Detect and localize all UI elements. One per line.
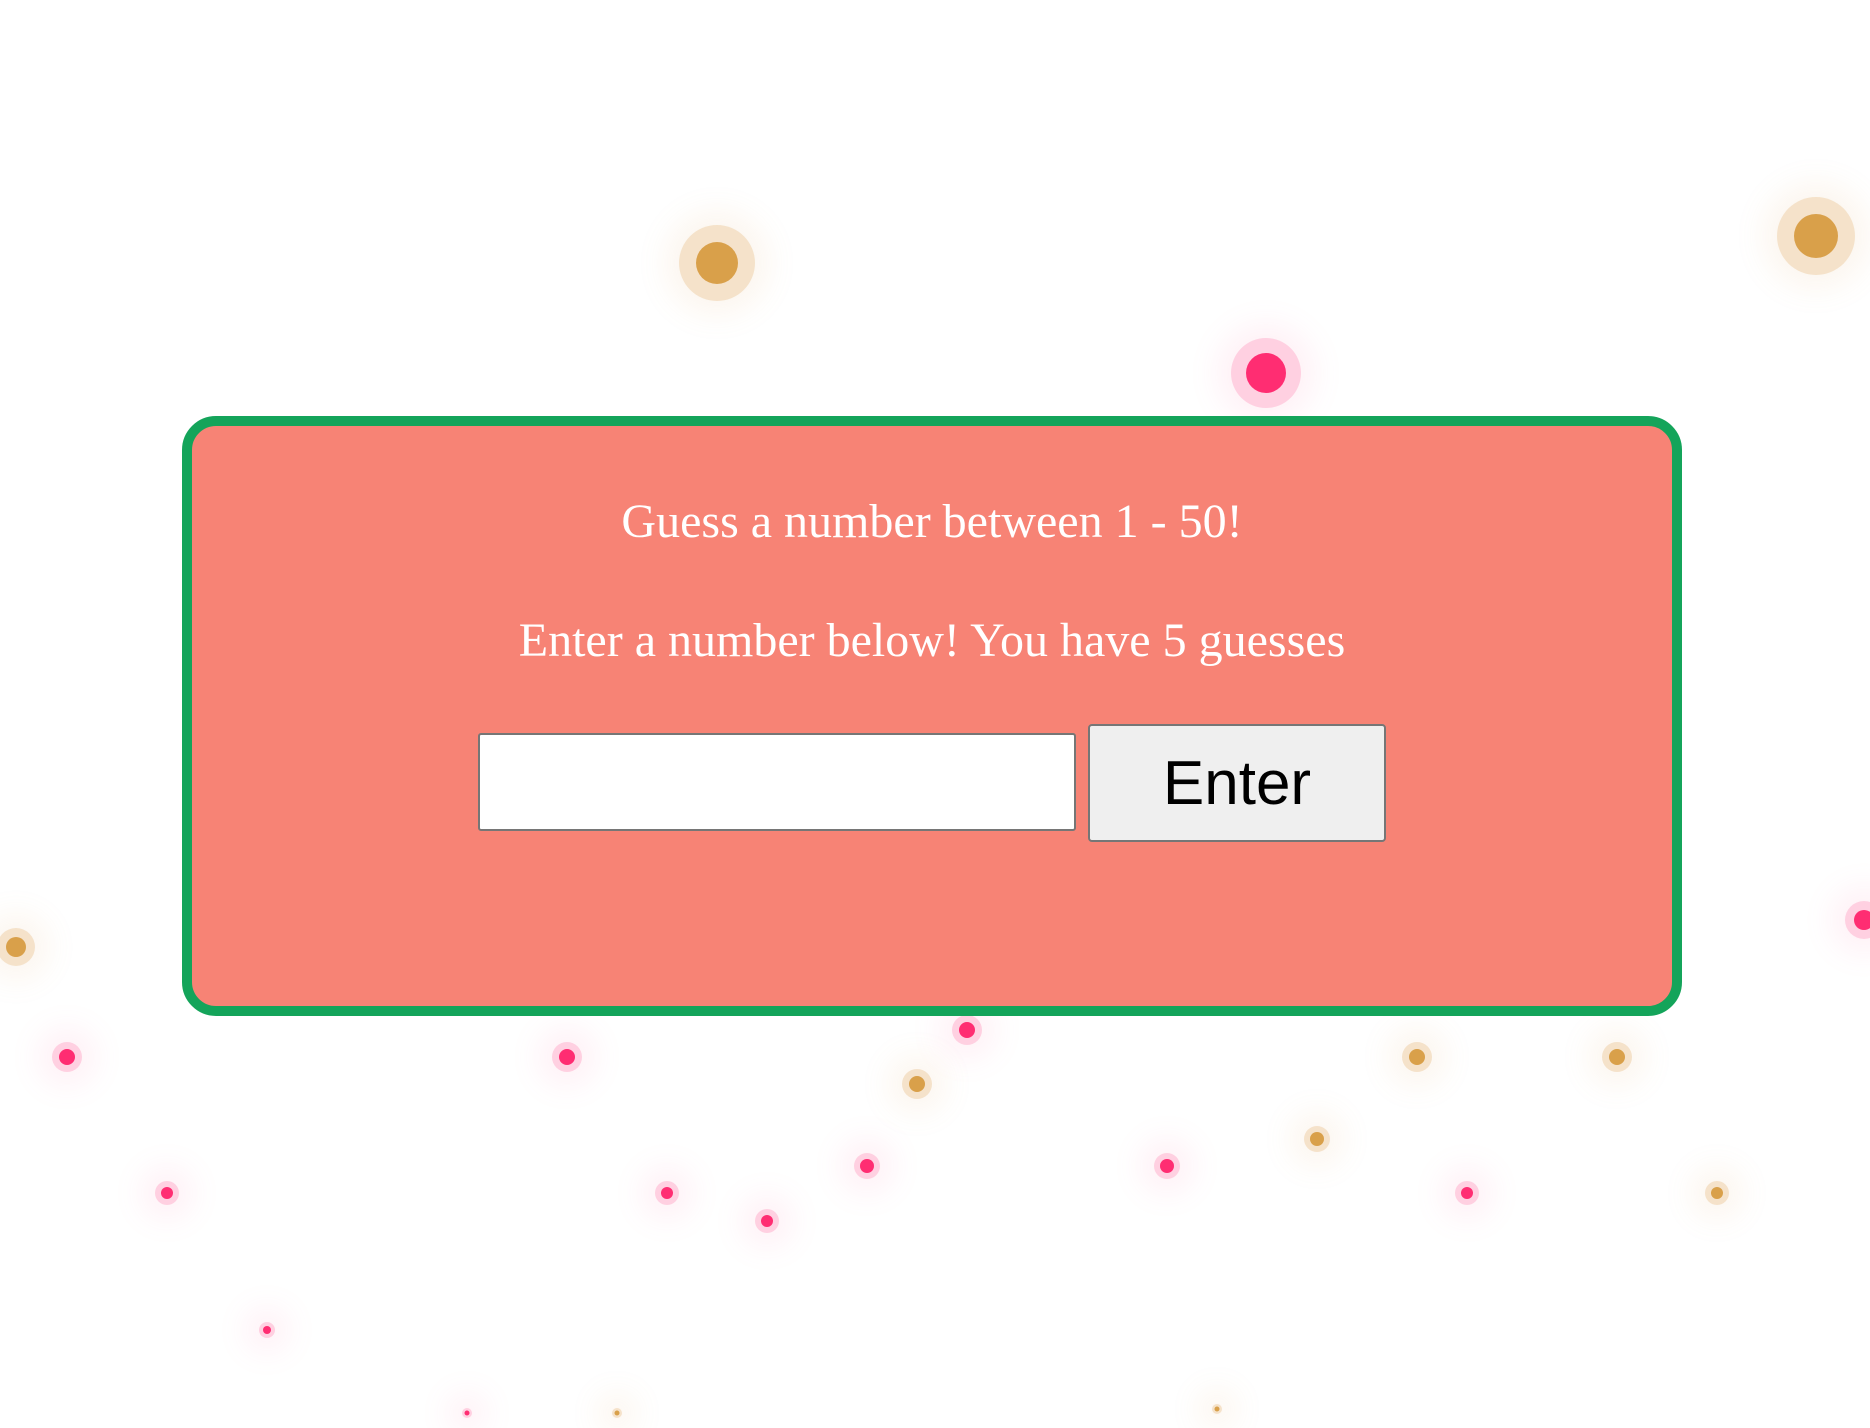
game-card: Guess a number between 1 - 50! Enter a n… [182, 416, 1682, 1016]
particle-pink [755, 1209, 779, 1233]
particle-gold [1304, 1126, 1330, 1152]
particle-gold [1705, 1181, 1729, 1205]
particle-gold [0, 928, 35, 966]
particle-pink [52, 1042, 82, 1072]
particle-pink [1154, 1153, 1180, 1179]
particle-pink [952, 1015, 982, 1045]
game-instructions: Enter a number below! You have 5 guesses [518, 614, 1346, 667]
particle-gold [1602, 1042, 1632, 1072]
particle-pink [1845, 901, 1870, 939]
game-title: Guess a number between 1 - 50! [621, 495, 1243, 548]
particle-gold [679, 225, 755, 301]
particle-pink [1455, 1181, 1479, 1205]
particle-gold [612, 1408, 622, 1418]
particle-pink [259, 1322, 275, 1338]
particle-pink [655, 1181, 679, 1205]
particle-pink [552, 1042, 582, 1072]
particle-gold [1212, 1404, 1222, 1414]
particle-gold [902, 1069, 932, 1099]
particle-gold [1777, 197, 1855, 275]
particle-pink [155, 1181, 179, 1205]
particle-pink [1231, 338, 1301, 408]
particle-pink [462, 1408, 472, 1418]
particle-pink [854, 1153, 880, 1179]
particle-gold [1402, 1042, 1432, 1072]
enter-button[interactable]: Enter [1088, 724, 1386, 842]
guess-input[interactable] [478, 733, 1076, 831]
